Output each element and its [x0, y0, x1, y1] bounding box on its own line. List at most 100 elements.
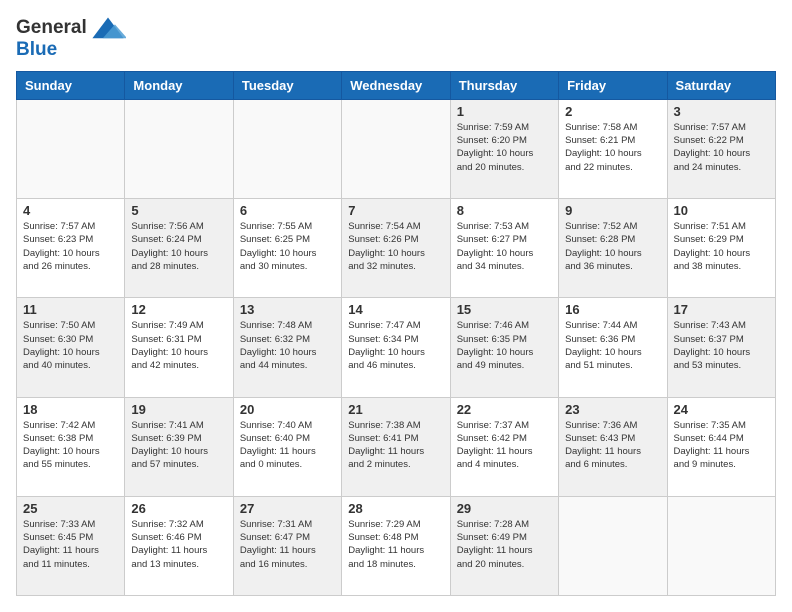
day-header-wednesday: Wednesday	[342, 71, 450, 99]
day-number: 24	[674, 402, 769, 417]
calendar-week-2: 4 Sunrise: 7:57 AM Sunset: 6:23 PM Daylig…	[17, 199, 776, 298]
calendar-cell: 11 Sunrise: 7:50 AM Sunset: 6:30 PM Dayli…	[17, 298, 125, 397]
day-number: 3	[674, 104, 769, 119]
calendar-table: SundayMondayTuesdayWednesdayThursdayFrid…	[16, 71, 776, 596]
day-header-saturday: Saturday	[667, 71, 775, 99]
calendar-cell: 12 Sunrise: 7:49 AM Sunset: 6:31 PM Dayli…	[125, 298, 233, 397]
calendar-cell	[667, 496, 775, 595]
calendar-cell: 28 Sunrise: 7:29 AM Sunset: 6:48 PM Dayli…	[342, 496, 450, 595]
day-info: Sunrise: 7:50 AM Sunset: 6:30 PM Dayligh…	[23, 319, 118, 372]
day-info: Sunrise: 7:54 AM Sunset: 6:26 PM Dayligh…	[348, 220, 443, 273]
day-number: 7	[348, 203, 443, 218]
day-number: 20	[240, 402, 335, 417]
day-info: Sunrise: 7:28 AM Sunset: 6:49 PM Dayligh…	[457, 518, 552, 571]
day-number: 21	[348, 402, 443, 417]
day-info: Sunrise: 7:31 AM Sunset: 6:47 PM Dayligh…	[240, 518, 335, 571]
day-number: 8	[457, 203, 552, 218]
calendar-cell: 23 Sunrise: 7:36 AM Sunset: 6:43 PM Dayli…	[559, 397, 667, 496]
day-info: Sunrise: 7:29 AM Sunset: 6:48 PM Dayligh…	[348, 518, 443, 571]
calendar-cell: 10 Sunrise: 7:51 AM Sunset: 6:29 PM Dayli…	[667, 199, 775, 298]
logo-blue: Blue	[16, 39, 57, 60]
day-info: Sunrise: 7:56 AM Sunset: 6:24 PM Dayligh…	[131, 220, 226, 273]
day-number: 6	[240, 203, 335, 218]
calendar-cell: 19 Sunrise: 7:41 AM Sunset: 6:39 PM Dayli…	[125, 397, 233, 496]
calendar-week-3: 11 Sunrise: 7:50 AM Sunset: 6:30 PM Dayli…	[17, 298, 776, 397]
day-info: Sunrise: 7:33 AM Sunset: 6:45 PM Dayligh…	[23, 518, 118, 571]
day-info: Sunrise: 7:47 AM Sunset: 6:34 PM Dayligh…	[348, 319, 443, 372]
day-info: Sunrise: 7:43 AM Sunset: 6:37 PM Dayligh…	[674, 319, 769, 372]
day-number: 25	[23, 501, 118, 516]
day-number: 27	[240, 501, 335, 516]
page: General Blue SundayMondayTuesdayWednesda…	[0, 0, 792, 612]
logo: General Blue	[16, 16, 126, 61]
day-info: Sunrise: 7:58 AM Sunset: 6:21 PM Dayligh…	[565, 121, 660, 174]
day-info: Sunrise: 7:46 AM Sunset: 6:35 PM Dayligh…	[457, 319, 552, 372]
day-info: Sunrise: 7:36 AM Sunset: 6:43 PM Dayligh…	[565, 419, 660, 472]
calendar-cell	[342, 99, 450, 198]
calendar-cell: 1 Sunrise: 7:59 AM Sunset: 6:20 PM Daylig…	[450, 99, 558, 198]
calendar-cell: 27 Sunrise: 7:31 AM Sunset: 6:47 PM Dayli…	[233, 496, 341, 595]
calendar-cell: 17 Sunrise: 7:43 AM Sunset: 6:37 PM Dayli…	[667, 298, 775, 397]
calendar-cell	[559, 496, 667, 595]
day-info: Sunrise: 7:42 AM Sunset: 6:38 PM Dayligh…	[23, 419, 118, 472]
day-info: Sunrise: 7:52 AM Sunset: 6:28 PM Dayligh…	[565, 220, 660, 273]
day-info: Sunrise: 7:48 AM Sunset: 6:32 PM Dayligh…	[240, 319, 335, 372]
day-info: Sunrise: 7:41 AM Sunset: 6:39 PM Dayligh…	[131, 419, 226, 472]
logo-general: General	[16, 18, 87, 39]
calendar-week-4: 18 Sunrise: 7:42 AM Sunset: 6:38 PM Dayli…	[17, 397, 776, 496]
day-number: 2	[565, 104, 660, 119]
day-header-friday: Friday	[559, 71, 667, 99]
day-info: Sunrise: 7:49 AM Sunset: 6:31 PM Dayligh…	[131, 319, 226, 372]
day-number: 15	[457, 302, 552, 317]
day-info: Sunrise: 7:40 AM Sunset: 6:40 PM Dayligh…	[240, 419, 335, 472]
day-number: 10	[674, 203, 769, 218]
day-info: Sunrise: 7:55 AM Sunset: 6:25 PM Dayligh…	[240, 220, 335, 273]
calendar-cell: 18 Sunrise: 7:42 AM Sunset: 6:38 PM Dayli…	[17, 397, 125, 496]
day-number: 1	[457, 104, 552, 119]
calendar-cell	[17, 99, 125, 198]
calendar-week-1: 1 Sunrise: 7:59 AM Sunset: 6:20 PM Daylig…	[17, 99, 776, 198]
calendar-cell: 16 Sunrise: 7:44 AM Sunset: 6:36 PM Dayli…	[559, 298, 667, 397]
calendar-cell: 25 Sunrise: 7:33 AM Sunset: 6:45 PM Dayli…	[17, 496, 125, 595]
day-number: 28	[348, 501, 443, 516]
calendar-cell	[233, 99, 341, 198]
calendar-cell: 2 Sunrise: 7:58 AM Sunset: 6:21 PM Daylig…	[559, 99, 667, 198]
day-number: 26	[131, 501, 226, 516]
calendar-cell: 3 Sunrise: 7:57 AM Sunset: 6:22 PM Daylig…	[667, 99, 775, 198]
calendar-cell: 26Sunrise: 7:32 AM Sunset: 6:46 PM Dayli…	[125, 496, 233, 595]
day-number: 5	[131, 203, 226, 218]
day-info: Sunrise: 7:37 AM Sunset: 6:42 PM Dayligh…	[457, 419, 552, 472]
calendar-cell: 21 Sunrise: 7:38 AM Sunset: 6:41 PM Dayli…	[342, 397, 450, 496]
day-number: 9	[565, 203, 660, 218]
calendar-cell: 6 Sunrise: 7:55 AM Sunset: 6:25 PM Daylig…	[233, 199, 341, 298]
calendar-cell: 8 Sunrise: 7:53 AM Sunset: 6:27 PM Daylig…	[450, 199, 558, 298]
day-number: 14	[348, 302, 443, 317]
calendar-cell: 4 Sunrise: 7:57 AM Sunset: 6:23 PM Daylig…	[17, 199, 125, 298]
day-info: Sunrise: 7:44 AM Sunset: 6:36 PM Dayligh…	[565, 319, 660, 372]
day-info: Sunrise: 7:57 AM Sunset: 6:22 PM Dayligh…	[674, 121, 769, 174]
day-number: 13	[240, 302, 335, 317]
day-number: 12	[131, 302, 226, 317]
day-header-tuesday: Tuesday	[233, 71, 341, 99]
day-number: 18	[23, 402, 118, 417]
day-info: Sunrise: 7:59 AM Sunset: 6:20 PM Dayligh…	[457, 121, 552, 174]
calendar-week-5: 25 Sunrise: 7:33 AM Sunset: 6:45 PM Dayli…	[17, 496, 776, 595]
day-number: 4	[23, 203, 118, 218]
day-info: Sunrise: 7:38 AM Sunset: 6:41 PM Dayligh…	[348, 419, 443, 472]
day-info: Sunrise: 7:35 AM Sunset: 6:44 PM Dayligh…	[674, 419, 769, 472]
calendar-cell: 7 Sunrise: 7:54 AM Sunset: 6:26 PM Daylig…	[342, 199, 450, 298]
day-number: 19	[131, 402, 226, 417]
day-info: Sunrise: 7:57 AM Sunset: 6:23 PM Dayligh…	[23, 220, 118, 273]
calendar-cell: 20 Sunrise: 7:40 AM Sunset: 6:40 PM Dayli…	[233, 397, 341, 496]
day-header-thursday: Thursday	[450, 71, 558, 99]
day-info: Sunrise: 7:53 AM Sunset: 6:27 PM Dayligh…	[457, 220, 552, 273]
day-number: 29	[457, 501, 552, 516]
day-number: 16	[565, 302, 660, 317]
day-info: Sunrise: 7:51 AM Sunset: 6:29 PM Dayligh…	[674, 220, 769, 273]
day-number: 11	[23, 302, 118, 317]
day-number: 23	[565, 402, 660, 417]
calendar-cell: 24 Sunrise: 7:35 AM Sunset: 6:44 PM Dayli…	[667, 397, 775, 496]
day-number: 17	[674, 302, 769, 317]
calendar-cell: 9 Sunrise: 7:52 AM Sunset: 6:28 PM Daylig…	[559, 199, 667, 298]
day-number: 22	[457, 402, 552, 417]
